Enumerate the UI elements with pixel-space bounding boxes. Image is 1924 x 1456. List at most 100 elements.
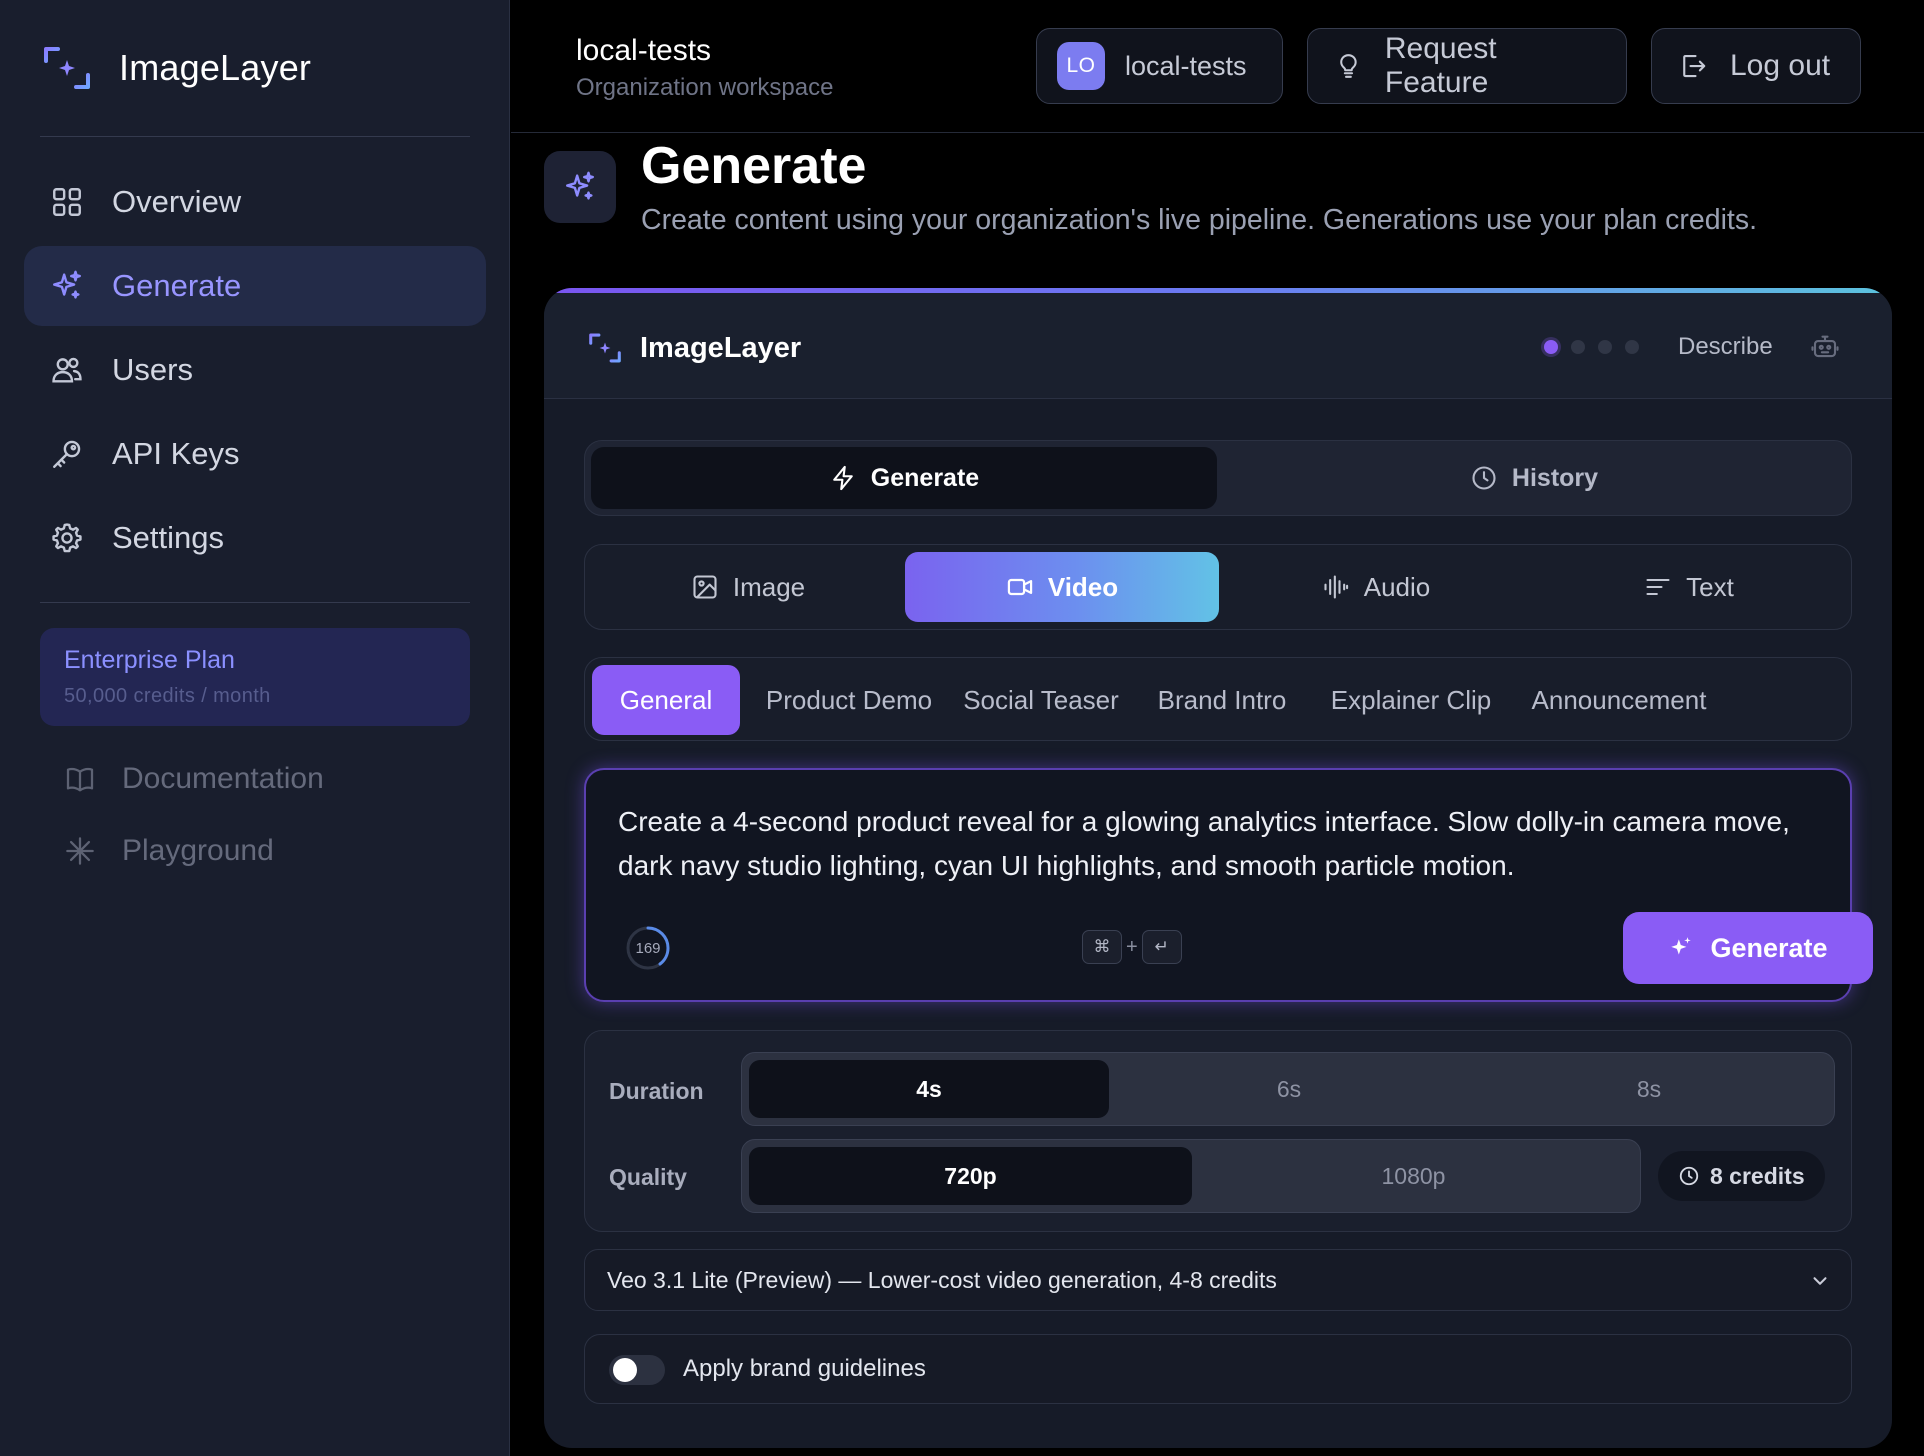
- sidebar-brand[interactable]: ImageLayer: [42, 42, 311, 94]
- sidebar-item-label: API Keys: [112, 436, 240, 471]
- card-header: ImageLayer Describe: [544, 293, 1892, 399]
- tab-label: Generate: [870, 463, 980, 492]
- tab-label: Image: [732, 571, 806, 602]
- asterisk-icon: [66, 837, 94, 865]
- org-avatar: LO: [1057, 42, 1105, 90]
- character-count: 169: [635, 939, 661, 957]
- logout-icon: [1683, 54, 1706, 78]
- tab-generate[interactable]: Generate: [591, 447, 1217, 509]
- plan-card[interactable]: Enterprise Plan 50,000 credits / month: [40, 628, 470, 726]
- duration-selector: 4s 6s 8s: [741, 1052, 1835, 1126]
- brand-guidelines-row: Apply brand guidelines: [584, 1334, 1852, 1404]
- preset-tabs: General Product Demo Social Teaser Brand…: [584, 657, 1852, 741]
- lightbulb-icon: [1340, 54, 1357, 78]
- quality-option-1080p[interactable]: 1080p: [1192, 1147, 1635, 1205]
- sidebar: ImageLayer Overview Generate Users API K…: [0, 0, 510, 1456]
- keyboard-shortcut: ⌘ + ↵: [1082, 930, 1182, 964]
- robot-icon[interactable]: [1810, 331, 1840, 361]
- step-dot: [1598, 340, 1612, 354]
- tab-video[interactable]: Video: [905, 552, 1219, 622]
- quality-selector: 720p 1080p: [741, 1139, 1641, 1213]
- lightning-icon: [832, 465, 853, 491]
- top-header: local-tests Organization workspace LO lo…: [511, 0, 1924, 133]
- preset-explainer-clip[interactable]: Explainer Clip: [1313, 665, 1509, 735]
- clock-icon: [1679, 1166, 1699, 1186]
- logout-label: Log out: [1730, 49, 1831, 82]
- image-icon: [693, 575, 717, 599]
- org-switcher-button[interactable]: LO local-tests: [1036, 28, 1283, 104]
- command-key-icon: ⌘: [1082, 930, 1122, 964]
- sidebar-item-label: Generate: [112, 268, 242, 303]
- sidebar-item-overview[interactable]: Overview: [24, 162, 486, 242]
- mode-tabs: Generate History: [584, 440, 1852, 516]
- tab-audio[interactable]: Audio: [1221, 552, 1531, 622]
- prompt-input[interactable]: Create a 4-second product reveal for a g…: [618, 800, 1810, 888]
- key-icon: [53, 440, 81, 468]
- brand-guidelines-toggle[interactable]: [609, 1355, 665, 1385]
- shortcut-plus: +: [1126, 935, 1138, 958]
- tab-text[interactable]: Text: [1533, 552, 1845, 622]
- character-counter: 169: [624, 924, 672, 972]
- workspace-title: local-tests: [576, 34, 712, 67]
- gear-icon: [52, 523, 82, 553]
- documentation-label: Documentation: [122, 762, 324, 795]
- tab-image[interactable]: Image: [593, 552, 903, 622]
- describe-link[interactable]: Describe: [1678, 333, 1773, 361]
- generator-card: ImageLayer Describe Generate History Ima…: [544, 288, 1892, 1448]
- sparkles-icon: [566, 171, 594, 200]
- tab-history[interactable]: History: [1221, 447, 1847, 509]
- generate-button[interactable]: Generate: [1623, 912, 1873, 984]
- sidebar-item-generate[interactable]: Generate: [24, 246, 486, 326]
- step-indicator: [1544, 340, 1639, 354]
- quality-option-720p[interactable]: 720p: [749, 1147, 1192, 1205]
- preset-general[interactable]: General: [592, 665, 740, 735]
- toggle-knob: [613, 1358, 637, 1382]
- plan-name: Enterprise Plan: [64, 646, 235, 674]
- book-icon: [66, 767, 94, 792]
- request-feature-label: Request Feature: [1384, 32, 1497, 99]
- step-dot: [1625, 340, 1639, 354]
- imagelayer-logo-icon: [44, 47, 90, 89]
- sidebar-divider: [40, 136, 470, 137]
- request-feature-button[interactable]: Request Feature: [1307, 28, 1627, 104]
- duration-option-8s[interactable]: 8s: [1469, 1060, 1829, 1118]
- logout-button[interactable]: Log out: [1651, 28, 1861, 104]
- card-brand-name: ImageLayer: [640, 331, 802, 364]
- duration-option-4s[interactable]: 4s: [749, 1060, 1109, 1118]
- step-dot: [1571, 340, 1585, 354]
- preset-brand-intro[interactable]: Brand Intro: [1143, 665, 1301, 735]
- tab-label: History: [1511, 463, 1599, 492]
- preset-social-teaser[interactable]: Social Teaser: [951, 665, 1131, 735]
- model-select[interactable]: Veo 3.1 Lite (Preview) — Lower-cost vide…: [584, 1249, 1852, 1311]
- clock-icon: [1472, 466, 1496, 490]
- video-icon: [1007, 578, 1033, 596]
- enter-key-icon: ↵: [1141, 930, 1182, 964]
- duration-label: Duration: [609, 1078, 704, 1104]
- playground-link[interactable]: Playground: [64, 828, 274, 874]
- workspace-subtitle: Organization workspace: [576, 74, 834, 101]
- sidebar-item-label: Overview: [112, 184, 242, 219]
- preset-announcement[interactable]: Announcement: [1521, 665, 1717, 735]
- generation-settings: Duration 4s 6s 8s Quality 720p 1080p 8 c…: [584, 1030, 1852, 1232]
- documentation-link[interactable]: Documentation: [64, 756, 324, 802]
- credits-cost-badge: 8 credits: [1658, 1151, 1825, 1201]
- duration-option-6s[interactable]: 6s: [1109, 1060, 1469, 1118]
- imagelayer-logo-icon: [589, 333, 621, 363]
- page-subtitle: Create content using your organization's…: [641, 204, 1757, 236]
- generate-label: Generate: [1710, 932, 1828, 963]
- org-name: local-tests: [1125, 50, 1247, 81]
- tab-label: Audio: [1363, 571, 1431, 602]
- tab-label: Text: [1686, 571, 1734, 602]
- sidebar-item-label: Settings: [112, 520, 225, 555]
- grid-icon: [53, 188, 81, 216]
- app-name: ImageLayer: [119, 47, 312, 88]
- sidebar-item-settings[interactable]: Settings: [24, 498, 486, 578]
- page-icon: [544, 151, 616, 223]
- prompt-box[interactable]: Create a 4-second product reveal for a g…: [584, 768, 1873, 1002]
- sidebar-item-users[interactable]: Users: [24, 330, 486, 410]
- chevron-down-icon: [1813, 1277, 1827, 1285]
- model-selected-value: Veo 3.1 Lite (Preview) — Lower-cost vide…: [607, 1266, 1277, 1293]
- sidebar-divider: [40, 602, 470, 603]
- sidebar-item-api-keys[interactable]: API Keys: [24, 414, 486, 494]
- preset-product-demo[interactable]: Product Demo: [755, 665, 943, 735]
